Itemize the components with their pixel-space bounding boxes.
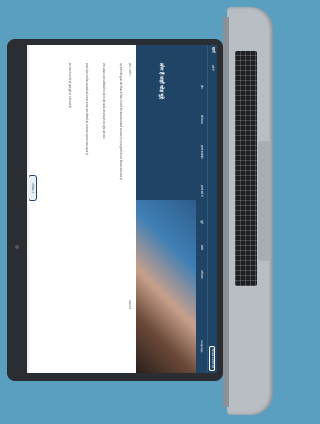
- feedback-button[interactable]: प्रतिक्रिया दें: [28, 175, 37, 201]
- nav-item[interactable]: डोनेशन्स: [200, 115, 204, 123]
- search-button[interactable]: खोजें: [211, 65, 215, 70]
- breadcrumb[interactable]: होम > ब्लॉग >: [128, 63, 132, 77]
- nav-item[interactable]: जुड़ें: [200, 220, 204, 224]
- share-button[interactable]: साझा करें: [128, 300, 132, 309]
- webcam-icon: [15, 245, 19, 249]
- nav-item[interactable]: हमारे कार्यक्षेत्र: [200, 145, 204, 159]
- nav-item[interactable]: नवीनतम: [200, 270, 204, 279]
- laptop-lid: मार्ग खोजें कार्यक्षेत्र में संपर्क करें…: [7, 39, 223, 381]
- site-logo[interactable]: मार्ग: [210, 47, 216, 53]
- nav-item[interactable]: हमारे बारे में: [200, 185, 204, 197]
- laptop-device: मार्ग खोजें कार्यक्षेत्र में संपर्क करें…: [3, 1, 273, 423]
- article-paragraph: इस लेख में हम ऐसे ही कुछ मुद्दों पर चर्च…: [68, 63, 71, 109]
- hero-photo: [136, 200, 196, 373]
- touchpad: [258, 141, 270, 261]
- page-title: लोग हैं जहाँ थोड़ मुद्दे: [158, 63, 164, 99]
- footer-divider: [27, 45, 29, 373]
- top-bar: मार्ग खोजें कार्यक्षेत्र में संपर्क करें: [208, 45, 217, 373]
- web-page: मार्ग खोजें कार्यक्षेत्र में संपर्क करें…: [27, 45, 217, 373]
- hero-banner: लोग हैं जहाँ थोड़ मुद्दे: [136, 45, 196, 373]
- laptop-screen: मार्ग खोजें कार्यक्षेत्र में संपर्क करें…: [27, 45, 217, 373]
- contact-button[interactable]: कार्यक्षेत्र में संपर्क करें: [209, 345, 215, 371]
- language-selector[interactable]: Language: [200, 340, 204, 352]
- main-nav: होम डोनेशन्स हमारे कार्यक्षेत्र हमारे बा…: [195, 45, 208, 373]
- article-paragraph: हमारा उद्देश्य स्थानीय संसाधनों को सशक्त…: [85, 63, 88, 156]
- article-paragraph: लोग अक्सर अपने अधिकारों के बारे में नहीं…: [102, 63, 105, 139]
- keyboard: [235, 51, 257, 286]
- article-paragraph: यह बच्चों की सुरक्षा और शिक्षा के विषय म…: [119, 63, 122, 181]
- nav-item[interactable]: होम: [200, 85, 204, 89]
- nav-item[interactable]: ब्लॉग: [200, 245, 204, 250]
- laptop-hinge: [223, 17, 229, 407]
